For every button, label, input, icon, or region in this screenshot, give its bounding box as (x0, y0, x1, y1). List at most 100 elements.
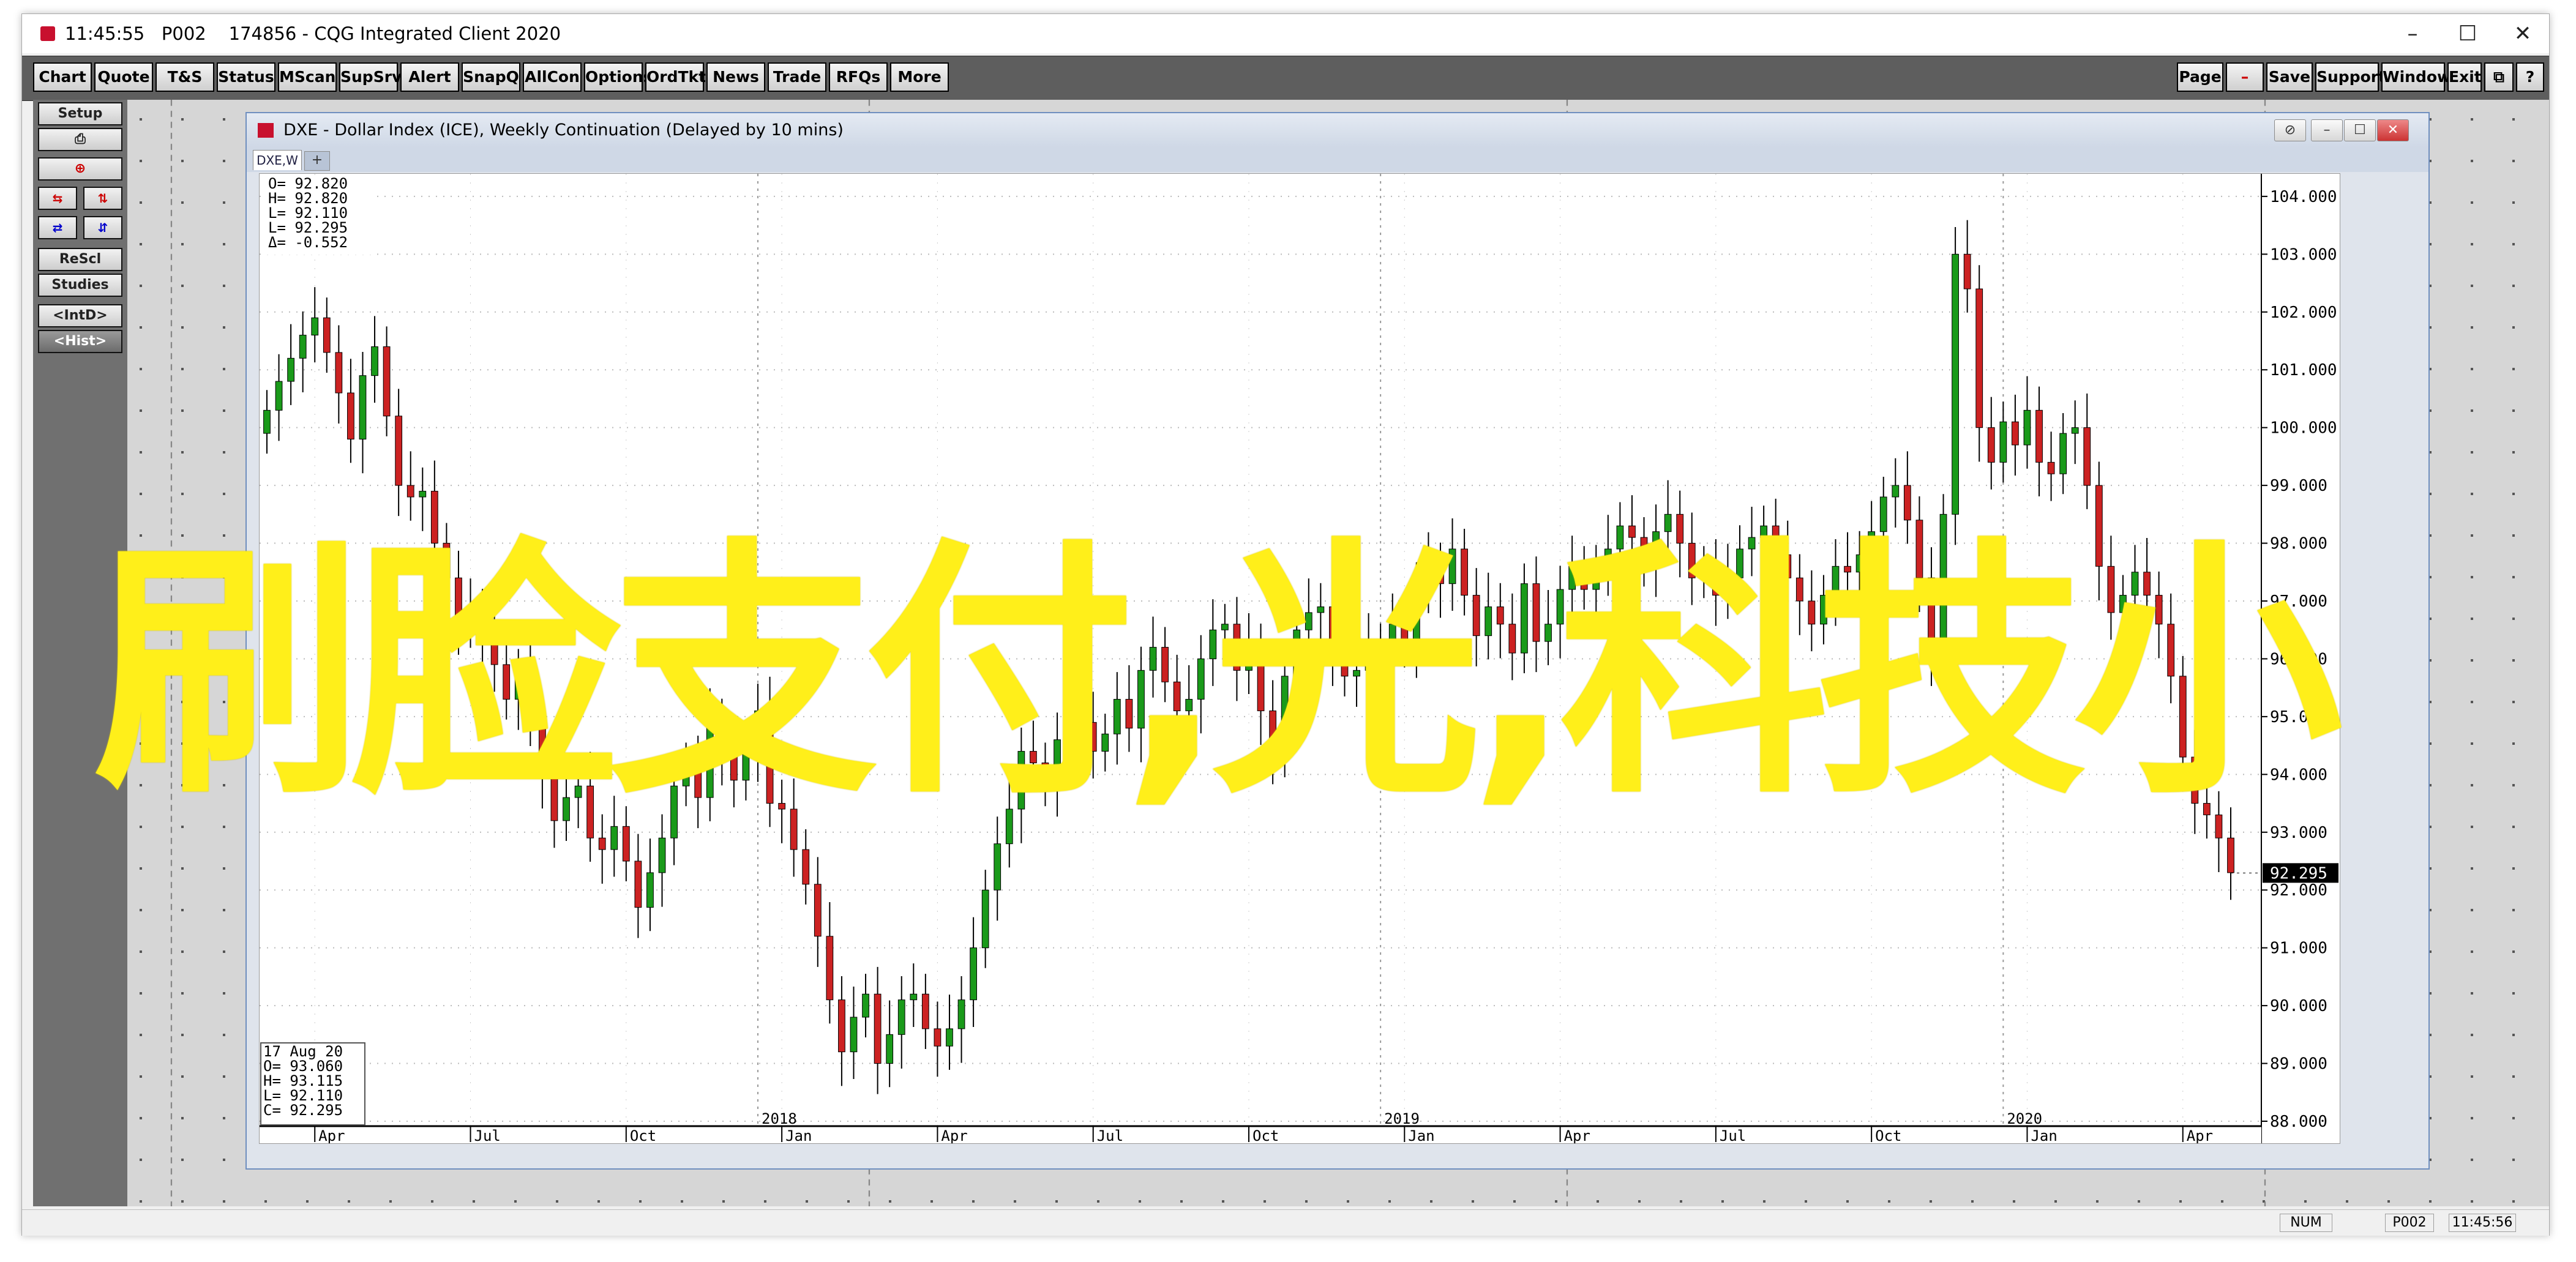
link-icon[interactable]: ⊕ (38, 157, 122, 181)
menu-ordtkt[interactable]: OrdTkt (645, 62, 706, 92)
candle-body (2035, 409, 2043, 463)
candle-body (287, 357, 295, 382)
menu-allcon[interactable]: AllCon (523, 62, 582, 92)
menu-trade[interactable]: Trade (768, 62, 826, 92)
ohlc-top-delta: Δ= -0.552 (268, 234, 348, 251)
menu-help-icon[interactable]: ? (2516, 62, 2544, 92)
menu-mscan[interactable]: MScan (278, 62, 337, 92)
zoom-out-vertical-icon[interactable]: ⇵ (83, 216, 122, 239)
menu-news[interactable]: News (706, 62, 765, 92)
candle-body (1952, 253, 1959, 515)
menu-alert[interactable]: Alert (400, 62, 459, 92)
month-label: Jan (2031, 1127, 2057, 1143)
month-label: Oct (1875, 1127, 1901, 1143)
menu-page-minus[interactable]: – (2226, 62, 2264, 92)
candle-body (1963, 253, 1971, 289)
menu-support[interactable]: Support (2315, 62, 2386, 92)
month-label: Jul (474, 1127, 501, 1143)
price-tick-label: 100.000 (2270, 419, 2337, 438)
month-label: Apr (318, 1127, 345, 1143)
candle-body (646, 872, 654, 908)
menu-rfqs[interactable]: RFQs (829, 62, 888, 92)
menu-restore-icon[interactable]: ⧉ (2484, 62, 2514, 92)
close-button[interactable]: ✕ (2495, 18, 2550, 50)
month-label: Jul (1097, 1127, 1123, 1143)
candle-body (263, 409, 271, 434)
candle-body (957, 999, 965, 1029)
printer-icon[interactable]: ⎙ (38, 128, 122, 151)
price-tick-label: 90.000 (2270, 997, 2327, 1015)
zoom-in-vertical-icon[interactable]: ⇅ (83, 187, 122, 210)
candle-body (275, 381, 283, 411)
maximize-button[interactable]: ☐ (2440, 18, 2495, 50)
last-price-label: 92.295 (2270, 864, 2327, 883)
studies-button[interactable]: Studies (38, 274, 122, 297)
setup-button[interactable]: Setup (38, 102, 122, 125)
year-label: 2018 (762, 1110, 797, 1127)
candle-body (1892, 485, 1900, 498)
candle-body (1987, 427, 1995, 463)
candle-body (910, 993, 918, 1001)
rescale-button[interactable]: ReScl (38, 248, 122, 271)
candle-body (1903, 485, 1911, 521)
status-page: P002 (2385, 1214, 2434, 1232)
year-label: 2020 (2007, 1110, 2042, 1127)
month-label: Jan (1408, 1127, 1434, 1143)
price-tick-label: 99.000 (2270, 477, 2327, 495)
watermark-text: 刷脸支付,光,科技小 (93, 517, 2343, 830)
candle-body (1999, 421, 2007, 463)
chart-window-titlebar[interactable]: DXE - Dollar Index (ICE), Weekly Continu… (247, 113, 2428, 147)
candle-body (897, 999, 905, 1035)
menu-quote[interactable]: Quote (94, 62, 153, 92)
candle-body (598, 837, 606, 850)
cqg-app-icon (40, 26, 55, 41)
candle-body (359, 375, 367, 440)
minimize-button[interactable]: – (2385, 18, 2440, 50)
candle-body (406, 485, 414, 498)
price-tick-label: 91.000 (2270, 939, 2327, 958)
tab-dxe-w[interactable]: DXE,W (253, 150, 302, 170)
candle-body (826, 936, 834, 1001)
menu-exit[interactable]: Exit (2447, 62, 2482, 92)
candle-body (634, 861, 642, 908)
menu-chart[interactable]: Chart (33, 62, 92, 92)
chart-maximize-button[interactable]: ☐ (2344, 119, 2376, 141)
menu-status[interactable]: Status (217, 62, 275, 92)
candle-body (946, 1028, 953, 1047)
candle-body (874, 993, 882, 1064)
candle-body (323, 317, 331, 353)
candle-body (2059, 433, 2067, 474)
candle-body (395, 416, 403, 486)
ohlc-bottom-close: C= 92.295 (263, 1102, 343, 1119)
candle-body (658, 837, 666, 873)
year-label: 2019 (1384, 1110, 1420, 1127)
add-tab-button[interactable]: + (304, 151, 330, 171)
title-bar: 11:45:55 P002 174856 - CQG Integrated Cl… (22, 14, 2549, 53)
candle-body (814, 884, 822, 937)
candle-body (921, 993, 929, 1029)
menu-save[interactable]: Save (2266, 62, 2313, 92)
candle-body (371, 346, 378, 376)
menu-options[interactable]: Options (584, 62, 653, 92)
menu-ts[interactable]: T&S (155, 62, 214, 92)
chart-minimize-button[interactable]: – (2311, 119, 2343, 141)
menu-window[interactable]: Window (2381, 62, 2451, 92)
candle-body (1975, 288, 1983, 428)
intraday-button[interactable]: <IntD> (38, 304, 122, 327)
menu-snapq[interactable]: SnapQ (462, 62, 520, 92)
zoom-in-horizontal-icon[interactable]: ⇆ (38, 187, 77, 210)
time-axis: Apr Jul Oct Jan Apr Jul Oct Jan Apr Jul Oct Jan Apr 2… (260, 1110, 2261, 1143)
menu-more[interactable]: More (890, 62, 949, 92)
main-toolbar: Chart Quote T&S Status MScan SupSrv Aler… (22, 56, 2549, 101)
zoom-out-horizontal-icon[interactable]: ⇄ (38, 216, 77, 239)
price-tick-label: 89.000 (2270, 1055, 2327, 1073)
candle-body (383, 346, 391, 417)
candle-body (335, 352, 343, 394)
menu-page[interactable]: Page (2177, 62, 2223, 92)
chart-window-icon (258, 123, 274, 138)
price-tick-label: 103.000 (2270, 245, 2337, 264)
historical-button[interactable]: <Hist> (38, 330, 122, 353)
pin-icon[interactable]: ⊘ (2274, 119, 2306, 141)
chart-close-button[interactable]: ✕ (2377, 119, 2409, 141)
menu-supsrv[interactable]: SupSrv (339, 62, 402, 92)
